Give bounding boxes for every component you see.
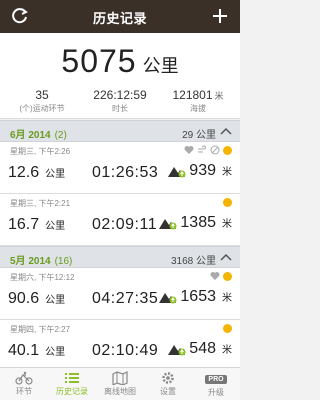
- record-date: 星期四, 下午2:27: [10, 325, 71, 334]
- month-header[interactable]: 5月 2014 (16) 3168 公里: [0, 246, 240, 268]
- record-climb-unit: 米: [222, 293, 232, 304]
- record-icons: [223, 197, 232, 207]
- record-climb-unit: 米: [222, 167, 232, 178]
- pro-icon: PRO: [205, 375, 227, 384]
- map-icon: [112, 371, 128, 385]
- list-item[interactable]: 星期三, 下午2:21 16.7 公里 02:09:11 1385 米: [0, 194, 240, 246]
- record-climb-unit: 米: [222, 345, 232, 356]
- record-distance: 16.7: [8, 216, 40, 233]
- month-count: (16): [54, 256, 73, 267]
- stat-duration-value: 226:12:59: [93, 88, 147, 102]
- elevation-icon: [168, 345, 186, 356]
- stat-sessions-value: 35: [35, 88, 49, 102]
- record-date: 星期六, 下午12:12: [10, 273, 75, 282]
- record-date: 星期三, 下午2:21: [10, 199, 71, 208]
- month-distance: 29 公里: [182, 130, 216, 141]
- total-distance: 5075 公里: [0, 43, 240, 80]
- bike-icon: [15, 371, 33, 385]
- tab-label: 环节: [16, 387, 32, 396]
- bottom-tab-bar: 环节 历史记录 离线地图 设置 PRO 升级: [0, 367, 240, 400]
- month-label: 5月 2014: [10, 256, 51, 267]
- record-distance: 40.1: [8, 342, 40, 359]
- record-icons: [223, 323, 232, 333]
- heart-icon: [210, 272, 220, 280]
- month-distance: 3168 公里: [170, 256, 216, 267]
- record-distance-unit: 公里: [45, 169, 66, 180]
- record-time: 02:10:49: [92, 342, 159, 359]
- chevron-up-icon[interactable]: [220, 126, 232, 136]
- status-dot-icon: [223, 323, 232, 333]
- elevation-icon: [168, 167, 186, 178]
- tab-history[interactable]: 历史记录: [48, 368, 96, 400]
- status-dot-icon: [223, 145, 232, 155]
- stat-sessions-label: (个)运动环节: [19, 104, 65, 113]
- stat-elevation-label: 海拔: [190, 104, 206, 113]
- record-climb: 548: [189, 340, 216, 357]
- cancel-icon: [210, 145, 220, 155]
- record-climb: 939: [189, 162, 216, 179]
- stat-elevation: 121801 米 海拔: [158, 88, 238, 114]
- record-climb-unit: 米: [222, 219, 232, 230]
- record-distance-unit: 公里: [45, 221, 66, 232]
- month-count: (2): [54, 130, 67, 141]
- tab-label: 历史记录: [56, 387, 88, 396]
- status-dot-icon: [223, 197, 232, 207]
- heart-icon: [184, 146, 194, 154]
- gear-icon: [162, 372, 174, 384]
- record-distance: 12.6: [8, 164, 40, 181]
- tab-sessions[interactable]: 环节: [0, 368, 48, 400]
- month-label: 6月 2014: [10, 130, 51, 141]
- total-distance-value: 5075: [61, 43, 137, 79]
- tab-label: 离线地图: [104, 387, 136, 396]
- elevation-icon: [159, 219, 177, 230]
- record-time: 02:09:11: [92, 216, 158, 233]
- tab-offline-map[interactable]: 离线地图: [96, 368, 144, 400]
- status-dot-icon: [223, 271, 232, 281]
- stat-duration: 226:12:59 时长: [80, 88, 160, 114]
- stat-elevation-value: 121801: [172, 88, 213, 102]
- record-time: 01:26:53: [92, 164, 159, 181]
- record-distance-unit: 公里: [45, 347, 66, 358]
- summary-panel: 5075 公里 35 (个)运动环节 226:12:59 时长 121801 米 海…: [0, 33, 240, 119]
- list-icon: [65, 373, 79, 383]
- stat-elevation-unit: 米: [214, 91, 224, 101]
- record-distance-unit: 公里: [45, 295, 66, 306]
- tab-upgrade[interactable]: PRO 升级: [192, 368, 240, 400]
- list-item[interactable]: 星期三, 下午2:26 12.6 公里 01:26:53 939 米: [0, 142, 240, 194]
- stat-sessions: 35 (个)运动环节: [2, 88, 82, 114]
- page-title: 历史记录: [92, 11, 147, 26]
- month-header[interactable]: 6月 2014 (2) 29 公里: [0, 120, 240, 142]
- record-icons: [184, 145, 232, 155]
- total-distance-unit: 公里: [142, 56, 179, 76]
- list-item[interactable]: 星期六, 下午12:12 90.6 公里 04:27:35 1653 米: [0, 268, 240, 320]
- wind-icon: [198, 145, 206, 153]
- stat-duration-label: 时长: [112, 104, 128, 113]
- record-climb: 1385: [180, 214, 216, 231]
- chevron-up-icon[interactable]: [220, 252, 232, 262]
- tab-label: 设置: [160, 387, 176, 396]
- elevation-icon: [159, 293, 177, 304]
- record-date: 星期三, 下午2:26: [10, 147, 71, 156]
- list-item[interactable]: 星期四, 下午2:27 40.1 公里 02:10:49 548 米: [0, 320, 240, 367]
- top-bar: 历史记录: [0, 0, 240, 33]
- tab-settings[interactable]: 设置: [144, 368, 192, 400]
- record-climb: 1653: [180, 288, 216, 305]
- add-icon[interactable]: [210, 6, 230, 26]
- tab-label: 升级: [208, 388, 224, 397]
- record-icons: [210, 271, 232, 281]
- history-list[interactable]: 6月 2014 (2) 29 公里 星期三, 下午2:26 12.6 公里 01:2…: [0, 120, 240, 367]
- record-time: 04:27:35: [92, 290, 159, 307]
- record-distance: 90.6: [8, 290, 40, 307]
